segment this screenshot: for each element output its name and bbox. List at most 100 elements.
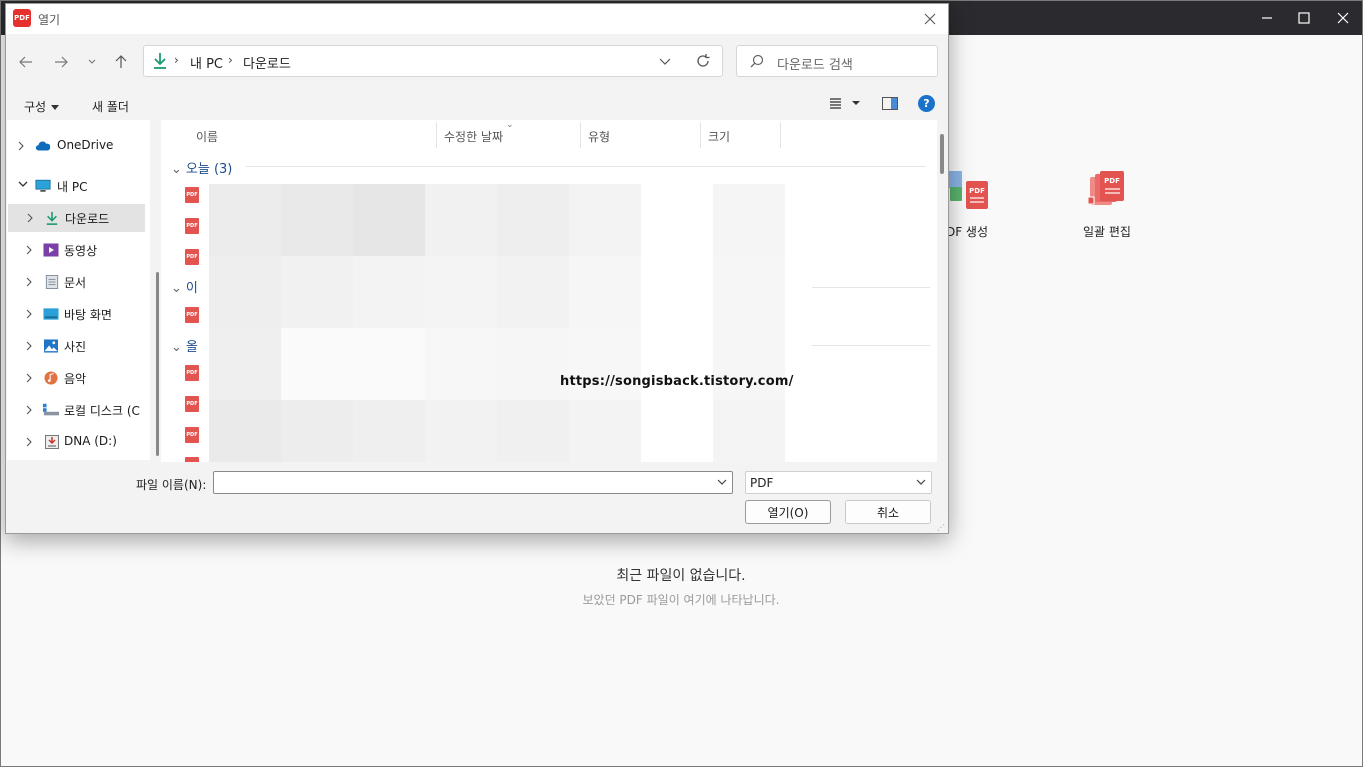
redacted-block [209, 184, 281, 256]
redacted-block [425, 400, 497, 462]
dialog-title: 열기 [38, 13, 61, 27]
redacted-block [569, 184, 641, 256]
recent-locations-button[interactable] [78, 48, 106, 76]
tree-item-downloads[interactable]: 다운로드 [8, 204, 145, 232]
redacted-block [425, 256, 497, 328]
caret-down-icon [51, 105, 60, 110]
tree-item-my-pc[interactable]: 내 PC [7, 172, 150, 200]
group-divider [246, 166, 926, 167]
column-divider[interactable] [436, 122, 437, 148]
pdf-file-icon[interactable]: PDF [185, 457, 199, 462]
tree-label: 바탕 화면 [64, 308, 112, 322]
new-folder-button[interactable]: 새 폴더 [92, 98, 129, 115]
address-bar[interactable]: › 내 PC › 다운로드 [143, 45, 723, 77]
pdf-file-icon[interactable]: PDF [185, 396, 199, 412]
maximize-icon [1298, 12, 1310, 24]
maximize-button[interactable] [1284, 1, 1324, 35]
view-options-icon[interactable] [828, 97, 862, 109]
tree-item-desktop[interactable]: 바탕 화면 [7, 300, 150, 328]
local-disk-icon [43, 403, 59, 416]
tree-item-videos[interactable]: 동영상 [7, 236, 150, 264]
open-file-dialog: PDF 열기 › 내 PC › 다운로드 다운로드 검색 구성 새 폴더 ? O… [5, 3, 949, 534]
pdf-file-icon[interactable]: PDF [185, 427, 199, 443]
redacted-block [353, 184, 425, 256]
up-button[interactable] [107, 48, 135, 76]
close-app-button[interactable] [1323, 1, 1363, 35]
column-header-name[interactable]: 이름 [196, 128, 218, 145]
chevron-right-icon [27, 213, 33, 223]
batch-edit-tool[interactable]: PDF 일괄 편집 [1047, 169, 1167, 240]
download-icon [154, 53, 166, 69]
filename-label: 파일 이름(N): [136, 478, 207, 492]
group-today[interactable]: ⌄ 오늘 (3) [171, 158, 232, 177]
column-divider[interactable] [700, 122, 701, 148]
pdf-file-icon[interactable]: PDF [185, 365, 199, 381]
back-button[interactable] [12, 48, 40, 76]
tree-item-music[interactable]: 음악 [7, 364, 150, 392]
dialog-close-button[interactable] [918, 8, 942, 30]
chevron-right-icon [26, 309, 32, 319]
picture-icon [44, 339, 58, 353]
close-icon [1337, 12, 1349, 24]
column-divider[interactable] [780, 122, 781, 148]
group-divider [812, 287, 930, 288]
tree-item-dna-drive[interactable]: DNA (D:) [7, 428, 150, 456]
chevron-down-icon: ⌄ [171, 281, 182, 296]
refresh-icon[interactable] [695, 53, 711, 69]
arrow-left-icon [19, 56, 32, 68]
new-folder-label: 새 폴더 [92, 100, 129, 114]
desktop-icon [43, 308, 59, 320]
tree-label: 사진 [64, 340, 87, 354]
file-list-scrollbar[interactable] [940, 134, 944, 174]
group-divider [812, 345, 930, 346]
resize-grip-icon[interactable]: ⋰ [937, 523, 945, 532]
search-input[interactable]: 다운로드 검색 [736, 45, 938, 77]
filetype-select[interactable]: PDF [745, 471, 932, 494]
minimize-button[interactable] [1247, 1, 1287, 35]
filename-input[interactable] [213, 471, 733, 494]
chevron-right-icon: › [174, 53, 179, 67]
chevron-down-icon[interactable] [717, 477, 727, 487]
chevron-right-icon [26, 437, 32, 447]
nav-pane-scrollbar[interactable] [156, 272, 159, 456]
help-icon[interactable]: ? [918, 95, 935, 112]
breadcrumb-downloads[interactable]: 다운로드 [243, 53, 291, 72]
chevron-right-icon [26, 373, 32, 383]
chevron-down-icon: ⌄ [171, 162, 182, 177]
column-header-type[interactable]: 유형 [588, 128, 610, 145]
forward-button[interactable] [47, 48, 75, 76]
pdf-file-icon[interactable]: PDF [185, 249, 199, 265]
redacted-block [353, 256, 425, 328]
pdf-file-icon[interactable]: PDF [185, 218, 199, 234]
pdf-file-icon[interactable]: PDF [185, 307, 199, 323]
download-icon [46, 211, 58, 225]
group-this-year[interactable]: ⌄ 올 [171, 336, 198, 355]
redacted-block [281, 328, 353, 400]
chevron-right-icon [26, 245, 32, 255]
chevron-down-icon[interactable] [659, 54, 671, 68]
pc-icon [35, 179, 51, 192]
group-earlier[interactable]: ⌄ 이 [171, 277, 198, 296]
tree-item-onedrive[interactable]: OneDrive [7, 132, 150, 160]
app-logo-icon: PDF [13, 9, 31, 27]
tree-item-local-disk[interactable]: 로컬 디스크 (C [7, 396, 150, 424]
pdf-file-icon[interactable]: PDF [185, 187, 199, 203]
tree-item-pictures[interactable]: 사진 [7, 332, 150, 360]
batch-edit-label: 일괄 편집 [1083, 225, 1131, 239]
redacted-block [569, 328, 641, 400]
group-label: 올 [185, 340, 198, 355]
organize-menu[interactable]: 구성 [24, 98, 60, 115]
column-divider[interactable] [580, 122, 581, 148]
group-label: 이 [185, 281, 198, 296]
column-header-size[interactable]: 크기 [708, 128, 730, 145]
navigation-bar: › 내 PC › 다운로드 다운로드 검색 [6, 34, 948, 90]
breadcrumb-my-pc[interactable]: 내 PC [190, 53, 223, 72]
tree-item-documents[interactable]: 문서 [7, 268, 150, 296]
cancel-button[interactable]: 취소 [845, 500, 931, 524]
chevron-down-icon [18, 181, 28, 187]
open-button[interactable]: 열기(O) [745, 500, 831, 524]
tree-label: DNA (D:) [64, 434, 117, 448]
batch-edit-icon: PDF [1084, 169, 1130, 217]
column-header-date[interactable]: 수정한 날짜 [444, 128, 503, 145]
preview-pane-icon[interactable] [882, 97, 898, 110]
